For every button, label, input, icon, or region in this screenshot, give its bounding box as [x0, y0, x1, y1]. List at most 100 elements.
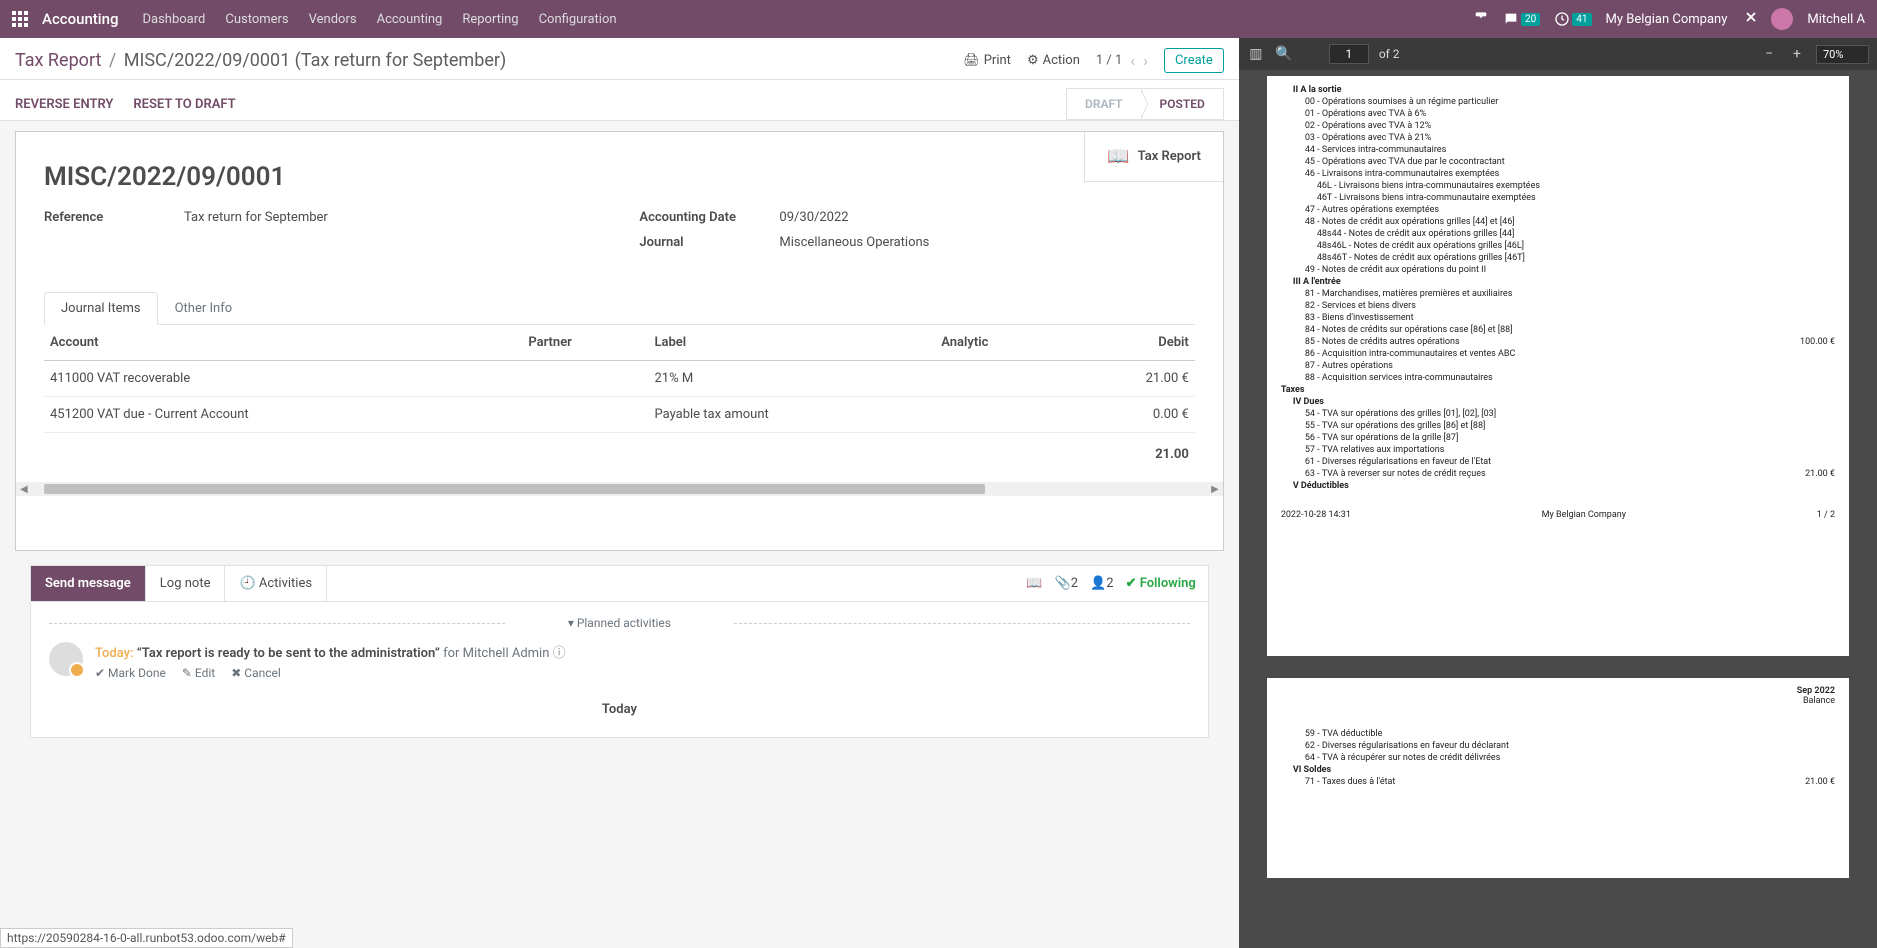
discuss-icon[interactable]: 20	[1503, 11, 1540, 27]
mark-done-button[interactable]: ✔ Mark Done	[95, 666, 166, 680]
th-analytic[interactable]: Analytic	[935, 325, 1069, 361]
th-account[interactable]: Account	[44, 325, 522, 361]
pdf-report-line: 00 - Opérations soumises à un régime par…	[1281, 96, 1835, 108]
pdf-report-line: 54 - TVA sur opérations des grilles [01]…	[1281, 408, 1835, 420]
menu-reporting[interactable]: Reporting	[462, 12, 518, 27]
planned-activities-header[interactable]: ▾ Planned activities	[49, 616, 1190, 630]
pdf-viewer: ▥ 🔍 of 2 − + 70% II A la sortie 00 - Opé…	[1239, 38, 1877, 948]
topbar-right: 20 41 My Belgian Company Mitchell A	[1473, 8, 1865, 30]
menu-customers[interactable]: Customers	[225, 12, 288, 27]
action-button[interactable]: ⚙ Action	[1027, 53, 1080, 68]
journal-items-table: Account Partner Label Analytic Debit 411…	[44, 325, 1195, 472]
attachments-count[interactable]: 📎2	[1055, 576, 1079, 591]
followers-count[interactable]: 👤2	[1090, 576, 1114, 591]
horizontal-scrollbar[interactable]: ◀ ▶	[16, 482, 1223, 496]
activities-button[interactable]: 🕘 Activities	[225, 566, 327, 601]
sidebar-toggle-icon[interactable]: ▥	[1247, 46, 1265, 62]
pdf-search-icon[interactable]: 🔍	[1275, 46, 1293, 62]
menu-vendors[interactable]: Vendors	[309, 12, 357, 27]
pdf-report-line: 55 - TVA sur opérations des grilles [86]…	[1281, 420, 1835, 432]
following-button[interactable]: ✔ Following	[1126, 576, 1196, 591]
scrollbar-thumb[interactable]	[44, 484, 985, 494]
pdf-report-line: 57 - TVA relatives aux importations	[1281, 444, 1835, 456]
pdf-report-line: 56 - TVA sur opérations de la grille [87…	[1281, 432, 1835, 444]
pdf-report-line: 63 - TVA à reverser sur notes de crédit …	[1281, 468, 1835, 480]
reference-label: Reference	[44, 210, 184, 225]
pdf-report-line: 48s44 - Notes de crédit aux opérations g…	[1281, 228, 1835, 240]
pdf-footer-company: My Belgian Company	[1542, 510, 1626, 520]
tax-report-button[interactable]: 📖 Tax Report	[1084, 132, 1223, 182]
pdf-page-1: II A la sortie 00 - Opérations soumises …	[1267, 76, 1849, 656]
pdf-page-2: Sep 2022 Balance 59 - TVA déductible62 -…	[1267, 678, 1849, 878]
zoom-out-icon[interactable]: −	[1760, 46, 1778, 62]
company-switcher[interactable]: My Belgian Company	[1606, 12, 1728, 27]
pdf-report-line: 46T - Livraisons biens intra-communautai…	[1281, 192, 1835, 204]
user-avatar[interactable]	[1771, 8, 1793, 30]
table-row[interactable]: 411000 VAT recoverable 21% M 21.00 €	[44, 361, 1195, 397]
reverse-entry-button[interactable]: REVERSE ENTRY	[15, 97, 113, 112]
table-row[interactable]: 451200 VAT due - Current Account Payable…	[44, 397, 1195, 433]
th-partner[interactable]: Partner	[522, 325, 648, 361]
tab-other-info[interactable]: Other Info	[158, 292, 250, 324]
voip-icon[interactable]	[1473, 11, 1489, 27]
activity-icon[interactable]: 41	[1554, 11, 1591, 27]
send-message-button[interactable]: Send message	[31, 566, 145, 601]
reset-to-draft-button[interactable]: RESET TO DRAFT	[133, 97, 235, 112]
pdf-report-line: 81 - Marchandises, matières premières et…	[1281, 288, 1835, 300]
pager-prev-icon[interactable]: ‹	[1130, 51, 1135, 70]
scroll-right-icon[interactable]: ▶	[1207, 484, 1223, 495]
pdf-report-line: 49 - Notes de crédit aux opérations du p…	[1281, 264, 1835, 276]
debug-icon[interactable]	[1741, 9, 1757, 29]
pdf-page-total: of 2	[1379, 47, 1400, 61]
pdf-report-line: 46 - Livraisons intra-communautaires exe…	[1281, 168, 1835, 180]
th-debit[interactable]: Debit	[1069, 325, 1194, 361]
today-separator: Today	[49, 702, 1190, 717]
apps-icon[interactable]	[12, 11, 28, 27]
pager-next-icon[interactable]: ›	[1143, 51, 1148, 70]
status-bar-url: https://20590284-16-0-all.runbot53.odoo.…	[0, 928, 293, 948]
scroll-left-icon[interactable]: ◀	[16, 484, 32, 495]
activity-summary: “Tax report is ready to be sent to the a…	[137, 646, 440, 661]
activity-when: Today:	[95, 646, 133, 661]
create-button[interactable]: Create	[1164, 48, 1224, 73]
tab-journal-items[interactable]: Journal Items	[44, 292, 158, 325]
menu-configuration[interactable]: Configuration	[539, 12, 617, 27]
reference-value[interactable]: Tax return for September	[184, 210, 328, 225]
menu-dashboard[interactable]: Dashboard	[142, 12, 205, 27]
status-draft[interactable]: DRAFT	[1066, 88, 1141, 120]
info-icon[interactable]: ⓘ	[553, 646, 566, 661]
print-button[interactable]: 🖨 Print	[963, 53, 1011, 68]
pdf-report-line: 47 - Autres opérations exemptées	[1281, 204, 1835, 216]
pdf-report-line: 02 - Opérations avec TVA à 12%	[1281, 120, 1835, 132]
journal-label: Journal	[639, 235, 779, 250]
zoom-in-icon[interactable]: +	[1788, 46, 1806, 62]
pdf-report-line: 88 - Acquisition services intra-communau…	[1281, 372, 1835, 384]
edit-activity-button[interactable]: ✎ Edit	[182, 666, 215, 680]
accounting-date-value[interactable]: 09/30/2022	[779, 210, 848, 225]
user-name[interactable]: Mitchell A	[1807, 12, 1865, 27]
pdf-report-line: 82 - Services et biens divers	[1281, 300, 1835, 312]
zoom-select[interactable]: 70%	[1816, 45, 1869, 64]
pdf-report-line: 44 - Services intra-communautaires	[1281, 144, 1835, 156]
activity-for: for Mitchell Admin	[443, 646, 553, 661]
accounting-date-label: Accounting Date	[639, 210, 779, 225]
app-name[interactable]: Accounting	[42, 10, 118, 28]
journal-value[interactable]: Miscellaneous Operations	[779, 235, 929, 250]
pdf-report-line: 59 - TVA déductible	[1281, 728, 1835, 740]
pdf-report-line: 83 - Biens d'investissement	[1281, 312, 1835, 324]
pdf-page-input[interactable]	[1329, 44, 1369, 64]
main-topbar: Accounting Dashboard Customers Vendors A…	[0, 0, 1877, 38]
main-menu: Dashboard Customers Vendors Accounting R…	[142, 12, 616, 27]
activity-avatar[interactable]	[49, 642, 83, 676]
log-note-button[interactable]: Log note	[145, 566, 226, 601]
notebook-tabs: Journal Items Other Info	[44, 292, 1195, 325]
th-label[interactable]: Label	[648, 325, 935, 361]
attachments-icon[interactable]: 📖	[1026, 576, 1042, 591]
pdf-report-line: 86 - Acquisition intra-communautaires et…	[1281, 348, 1835, 360]
status-posted[interactable]: POSTED	[1141, 88, 1224, 120]
cancel-activity-button[interactable]: ✖ Cancel	[231, 666, 281, 680]
breadcrumb-root[interactable]: Tax Report	[15, 50, 101, 71]
menu-accounting[interactable]: Accounting	[377, 12, 443, 27]
pager-value: 1 / 1	[1096, 53, 1122, 68]
activity-item: Today: “Tax report is ready to be sent t…	[49, 642, 1190, 680]
